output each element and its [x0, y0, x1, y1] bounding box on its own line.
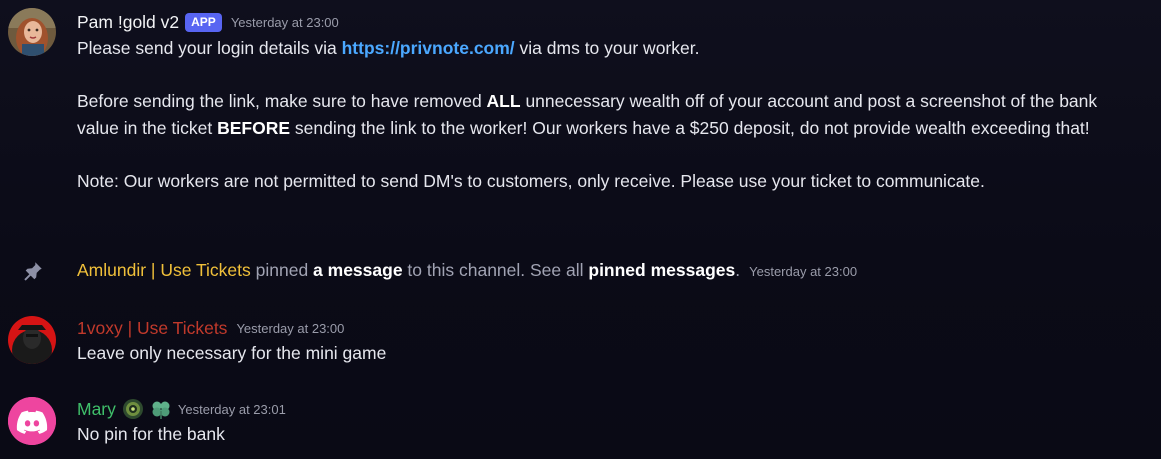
message-paragraph: Note: Our workers are not permitted to s… [77, 170, 985, 191]
message-paragraph: Before sending the link, make sure to ha… [77, 91, 1098, 138]
username[interactable]: Pam !gold v2 [77, 12, 179, 32]
message-content: Please send your login details via https… [77, 35, 1137, 194]
timestamp[interactable]: Yesterday at 23:00 [236, 319, 344, 339]
pin-actor[interactable]: Amlundir | Use Tickets [77, 260, 251, 281]
app-badge: APP [185, 12, 222, 32]
avatar[interactable] [8, 8, 56, 56]
message-content: No pin for the bank [77, 424, 225, 444]
timestamp[interactable]: Yesterday at 23:01 [178, 400, 286, 420]
discord-logo-icon[interactable] [8, 397, 56, 445]
timestamp[interactable]: Yesterday at 23:00 [231, 13, 339, 33]
username[interactable]: 1voxy | Use Tickets [77, 318, 227, 338]
privnote-link[interactable]: https://privnote.com/ [342, 38, 515, 58]
username[interactable]: Mary [77, 399, 116, 419]
eye-emoji-icon [122, 398, 144, 420]
pin-icon [22, 260, 44, 282]
avatar[interactable] [8, 316, 56, 364]
message-line: Please send your login details via https… [77, 38, 700, 58]
pinned-message-link[interactable]: a message [313, 260, 403, 281]
clover-emoji-icon [150, 398, 172, 420]
pinned-messages-link[interactable]: pinned messages [588, 260, 735, 281]
timestamp[interactable]: Yesterday at 23:00 [749, 264, 857, 279]
message-content: Leave only necessary for the mini game [77, 343, 387, 363]
